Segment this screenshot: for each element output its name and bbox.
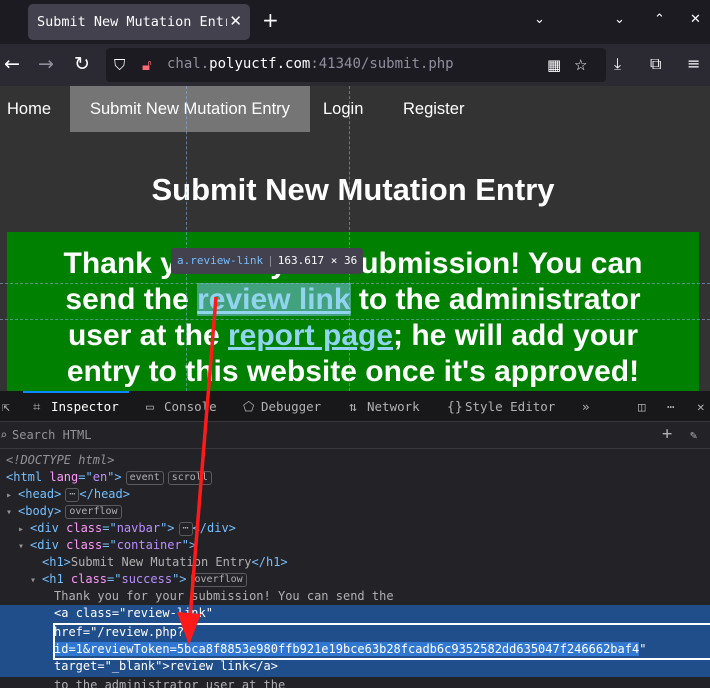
text-node-2[interactable]: to the administrator user at the xyxy=(54,677,710,688)
new-tab-plus-icon[interactable]: + xyxy=(262,10,279,30)
extensions-puzzle-icon[interactable]: ⧉ xyxy=(650,55,661,73)
tab-style-editor[interactable]: {} Style Editor xyxy=(447,391,555,422)
tab-inspector[interactable]: ⌗ Inspector xyxy=(23,391,129,422)
highlight-guide-bottom xyxy=(0,319,710,320)
inspector-element-tooltip: a.review-link | 163.617 × 36 xyxy=(171,248,364,274)
site-navbar: Home Submit New Mutation Entry Login Reg… xyxy=(0,86,710,132)
inspector-icon: ⌗ xyxy=(33,400,41,415)
tab-title: Submit New Mutation Entry xyxy=(37,14,227,30)
nav-login-link[interactable]: Login xyxy=(323,86,363,132)
h1-node[interactable]: <h1>Submit New Mutation Entry</h1> xyxy=(42,554,710,571)
add-node-plus-icon[interactable]: + xyxy=(662,424,672,444)
maximize-chevron-up-icon[interactable]: ⌃ xyxy=(654,12,665,27)
network-icon: ⇅ xyxy=(349,400,357,415)
search-html-input[interactable]: Search HTML xyxy=(12,428,91,442)
tab-list-chevron-down-icon[interactable]: ⌄ xyxy=(534,12,545,27)
devtools-tabbar: ⇱ ⌗ Inspector ▭ Console ⬠ Debugger ⇅ Network… xyxy=(0,391,710,422)
more-tabs-chevron-icon[interactable]: » xyxy=(582,391,590,422)
page-title: Submit New Mutation Entry xyxy=(151,172,555,207)
url-bar[interactable]: ⛉ 🔓︎ chal.polyuctf.com:41340/submit.php … xyxy=(106,48,606,82)
html-node[interactable]: <html lang="en"> event scroll xyxy=(6,469,710,486)
head-node[interactable]: ▸ <head> ⋯ </head> xyxy=(6,486,710,503)
qr-code-icon[interactable]: ▦ xyxy=(547,56,561,74)
navbar-div-node[interactable]: ▸ <div class="navbar"> ⋯ </div> xyxy=(18,520,710,537)
nav-register-link[interactable]: Register xyxy=(403,86,464,132)
window-close-icon[interactable]: ✕ xyxy=(690,12,701,27)
h1-success-node[interactable]: ▾ <h1 class="success"> overflow xyxy=(30,571,710,588)
web-page: Home Submit New Mutation Entry Login Reg… xyxy=(0,86,710,391)
highlight-guide-right xyxy=(349,86,350,391)
style-editor-icon: {} xyxy=(447,400,463,415)
reload-icon[interactable]: ↻ xyxy=(74,53,90,75)
insecure-lock-icon[interactable]: 🔓︎ xyxy=(142,56,152,74)
downloads-icon[interactable]: ⤓ xyxy=(614,55,621,73)
browser-toolbar: ← → ↻ ⛉ 🔓︎ chal.polyuctf.com:41340/submi… xyxy=(0,44,710,86)
tab-debugger[interactable]: ⬠ Debugger xyxy=(243,391,321,422)
anchor-open-line[interactable]: <a class="review-link" xyxy=(54,605,710,622)
nav-home-link[interactable]: Home xyxy=(7,86,51,132)
tab-console[interactable]: ▭ Console xyxy=(146,391,217,422)
body-node[interactable]: ▾ <body> overflow xyxy=(6,503,710,520)
highlight-guide-left xyxy=(186,86,187,391)
highlight-guide-top xyxy=(0,283,710,284)
annotation-box xyxy=(53,623,710,660)
dock-side-icon[interactable]: ◫ xyxy=(638,391,646,422)
container-div-node[interactable]: ▾ <div class="container"> xyxy=(18,537,710,554)
tab-network[interactable]: ⇅ Network xyxy=(349,391,420,422)
devtools-close-icon[interactable]: ✕ xyxy=(697,391,705,422)
options-ellipsis-icon[interactable]: ⋯ xyxy=(667,391,675,422)
devtools-panel: ⇱ ⌗ Inspector ▭ Console ⬠ Debugger ⇅ Network… xyxy=(0,391,710,688)
target-attr-line[interactable]: target="_blank">review link</a> xyxy=(54,658,710,675)
forward-arrow-icon[interactable]: → xyxy=(38,53,54,75)
search-icon: ⌕ xyxy=(0,428,8,442)
doctype-line: <!DOCTYPE html> xyxy=(6,453,115,467)
url-text: chal.polyuctf.com:41340/submit.php xyxy=(167,56,454,72)
tab-strip: Submit New Mutation Entry ✕ + ⌄ ⌄ ⌃ ✕ xyxy=(0,0,710,44)
browser-tab-active[interactable]: Submit New Mutation Entry ✕ xyxy=(28,4,250,40)
console-icon: ▭ xyxy=(146,400,154,415)
back-arrow-icon[interactable]: ← xyxy=(4,53,20,75)
debugger-icon: ⬠ xyxy=(243,400,255,415)
html-search-bar: ⌕ Search HTML + ✎ xyxy=(0,422,710,449)
menu-hamburger-icon[interactable]: ≡ xyxy=(687,55,700,73)
nav-submit-link[interactable]: Submit New Mutation Entry xyxy=(70,86,310,132)
eyedropper-icon[interactable]: ✎ xyxy=(690,428,697,442)
text-node[interactable]: Thank you for your submission! You can s… xyxy=(54,588,710,605)
minimize-icon[interactable]: ⌄ xyxy=(614,12,625,27)
report-page-link[interactable]: report page xyxy=(228,319,393,352)
review-link[interactable]: review link xyxy=(197,283,351,316)
shield-icon[interactable]: ⛉ xyxy=(114,56,125,74)
bookmark-star-icon[interactable]: ☆ xyxy=(574,56,587,74)
close-icon[interactable]: ✕ xyxy=(229,12,242,30)
element-picker-icon[interactable]: ⇱ xyxy=(2,391,20,422)
